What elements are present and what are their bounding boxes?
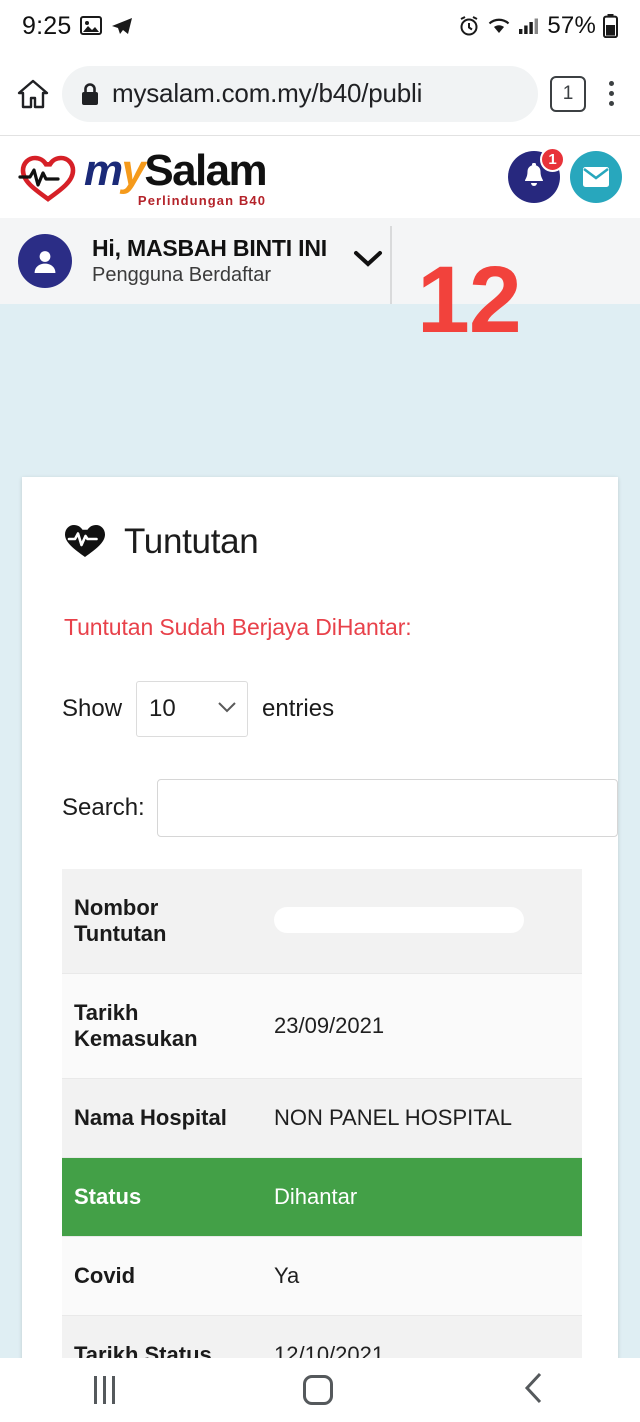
search-input[interactable] [156,779,618,837]
logo-text-y: y [121,145,146,195]
row-label: Nama Hospital [74,1105,227,1130]
row-label: Status [74,1184,142,1209]
battery-percent: 57% [547,12,596,39]
battery-icon [603,14,618,39]
status-badge: Dihantar [274,1184,358,1209]
table-row: Covid Ya [62,1236,582,1316]
entries-per-page-value: 10 [149,695,176,722]
android-nav-bar [0,1358,640,1422]
success-notice: Tuntutan Sudah Berjaya DiHantar: [64,614,412,640]
notification-button[interactable]: 1 [508,147,565,203]
chevron-down-icon[interactable] [353,250,383,273]
table-row: Nama Hospital NON PANEL HOSPITAL [62,1078,582,1158]
entries-per-page-select[interactable]: 10 [136,681,249,737]
telegram-icon [111,16,133,36]
status-bar-left: 9:25 [22,12,133,41]
length-label-show: Show [62,695,123,722]
home-circle-icon[interactable] [303,1375,334,1405]
browser-toolbar: mysalam.com.my/b40/publi 1 [0,52,640,136]
wifi-icon [487,16,511,36]
card-header: Tuntutan [22,477,618,564]
user-info: Hi, MASBAH BINTI INI Pengguna Berdaftar [92,235,327,287]
table-row: Nombor Tuntutan [62,869,582,974]
signal-icon [518,16,540,36]
chevron-down-icon [217,700,237,718]
web-page: mySalam Perlindungan B40 1 Hi, MASBAH BI… [0,136,640,1358]
user-role: Pengguna Berdaftar [92,264,272,286]
page-title: Tuntutan [124,521,259,561]
envelope-icon [583,167,609,187]
row-label: Nombor Tuntutan [74,895,167,946]
logo-text-m: m [84,145,123,195]
notification-badge: 1 [540,147,565,172]
redacted-value [274,907,524,933]
heartbeat-icon [62,519,108,564]
recents-icon[interactable] [94,1376,116,1404]
row-value: 12/10/2021 [274,1342,385,1358]
row-label: Covid [74,1263,136,1288]
table-search-control: Search: [22,737,618,837]
tab-count-button[interactable]: 1 [550,75,586,112]
android-status-bar: 9:25 57% [0,0,640,52]
alarm-icon [458,15,480,37]
mysalam-logo[interactable]: mySalam Perlindungan B40 [18,145,268,208]
status-bar-right: 57% [458,12,618,40]
messages-button[interactable] [570,151,622,203]
phone-screen: 9:25 57% mysalam.com.my/b40/publi 1 mySa… [0,0,640,1422]
row-value: NON PANEL HOSPITAL [274,1105,512,1130]
url-bar[interactable]: mysalam.com.my/b40/publi [62,65,538,122]
tuntutan-card: Tuntutan Tuntutan Sudah Berjaya DiHantar… [22,477,618,1358]
browser-menu-button[interactable] [598,76,624,112]
table-row: Tarikh Status 12/10/2021 [62,1315,582,1358]
row-value: 23/09/2021 [274,1013,385,1038]
table-length-control: Show 10 entries [22,641,618,737]
claims-table: Nombor Tuntutan Tarikh Kemasukan 23/09/2… [62,869,582,1358]
user-avatar-icon [18,234,72,288]
logo-wordmark: mySalam Perlindungan B40 [84,145,268,208]
status-bar-clock: 9:25 [22,11,72,40]
search-label: Search: [62,794,145,821]
row-value: Ya [274,1263,300,1288]
user-greeting: Hi, MASBAH BINTI INI [92,235,327,261]
table-row: Tarikh Kemasukan 23/09/2021 [62,973,582,1079]
lock-icon [80,82,100,106]
row-label: Tarikh Kemasukan [74,1000,198,1051]
logo-tagline: Perlindungan B40 [137,192,267,208]
url-text: mysalam.com.my/b40/publi [112,78,423,108]
back-chevron-icon[interactable] [522,1371,546,1410]
row-label: Tarikh Status [74,1342,212,1358]
row-value [262,869,582,974]
length-label-entries: entries [262,695,335,722]
home-icon[interactable] [16,78,50,110]
site-header: mySalam Perlindungan B40 1 [0,136,640,218]
user-bar-divider [390,226,392,304]
user-account-bar[interactable]: Hi, MASBAH BINTI INI Pengguna Berdaftar [0,218,640,304]
heart-pulse-logo-icon [18,151,78,203]
claims-table-body: Nombor Tuntutan Tarikh Kemasukan 23/09/2… [62,869,582,1358]
header-actions: 1 [508,147,622,203]
image-icon [80,16,103,36]
logo-text-salam: Salam [144,145,267,195]
table-row-status: Status Dihantar [62,1157,582,1237]
